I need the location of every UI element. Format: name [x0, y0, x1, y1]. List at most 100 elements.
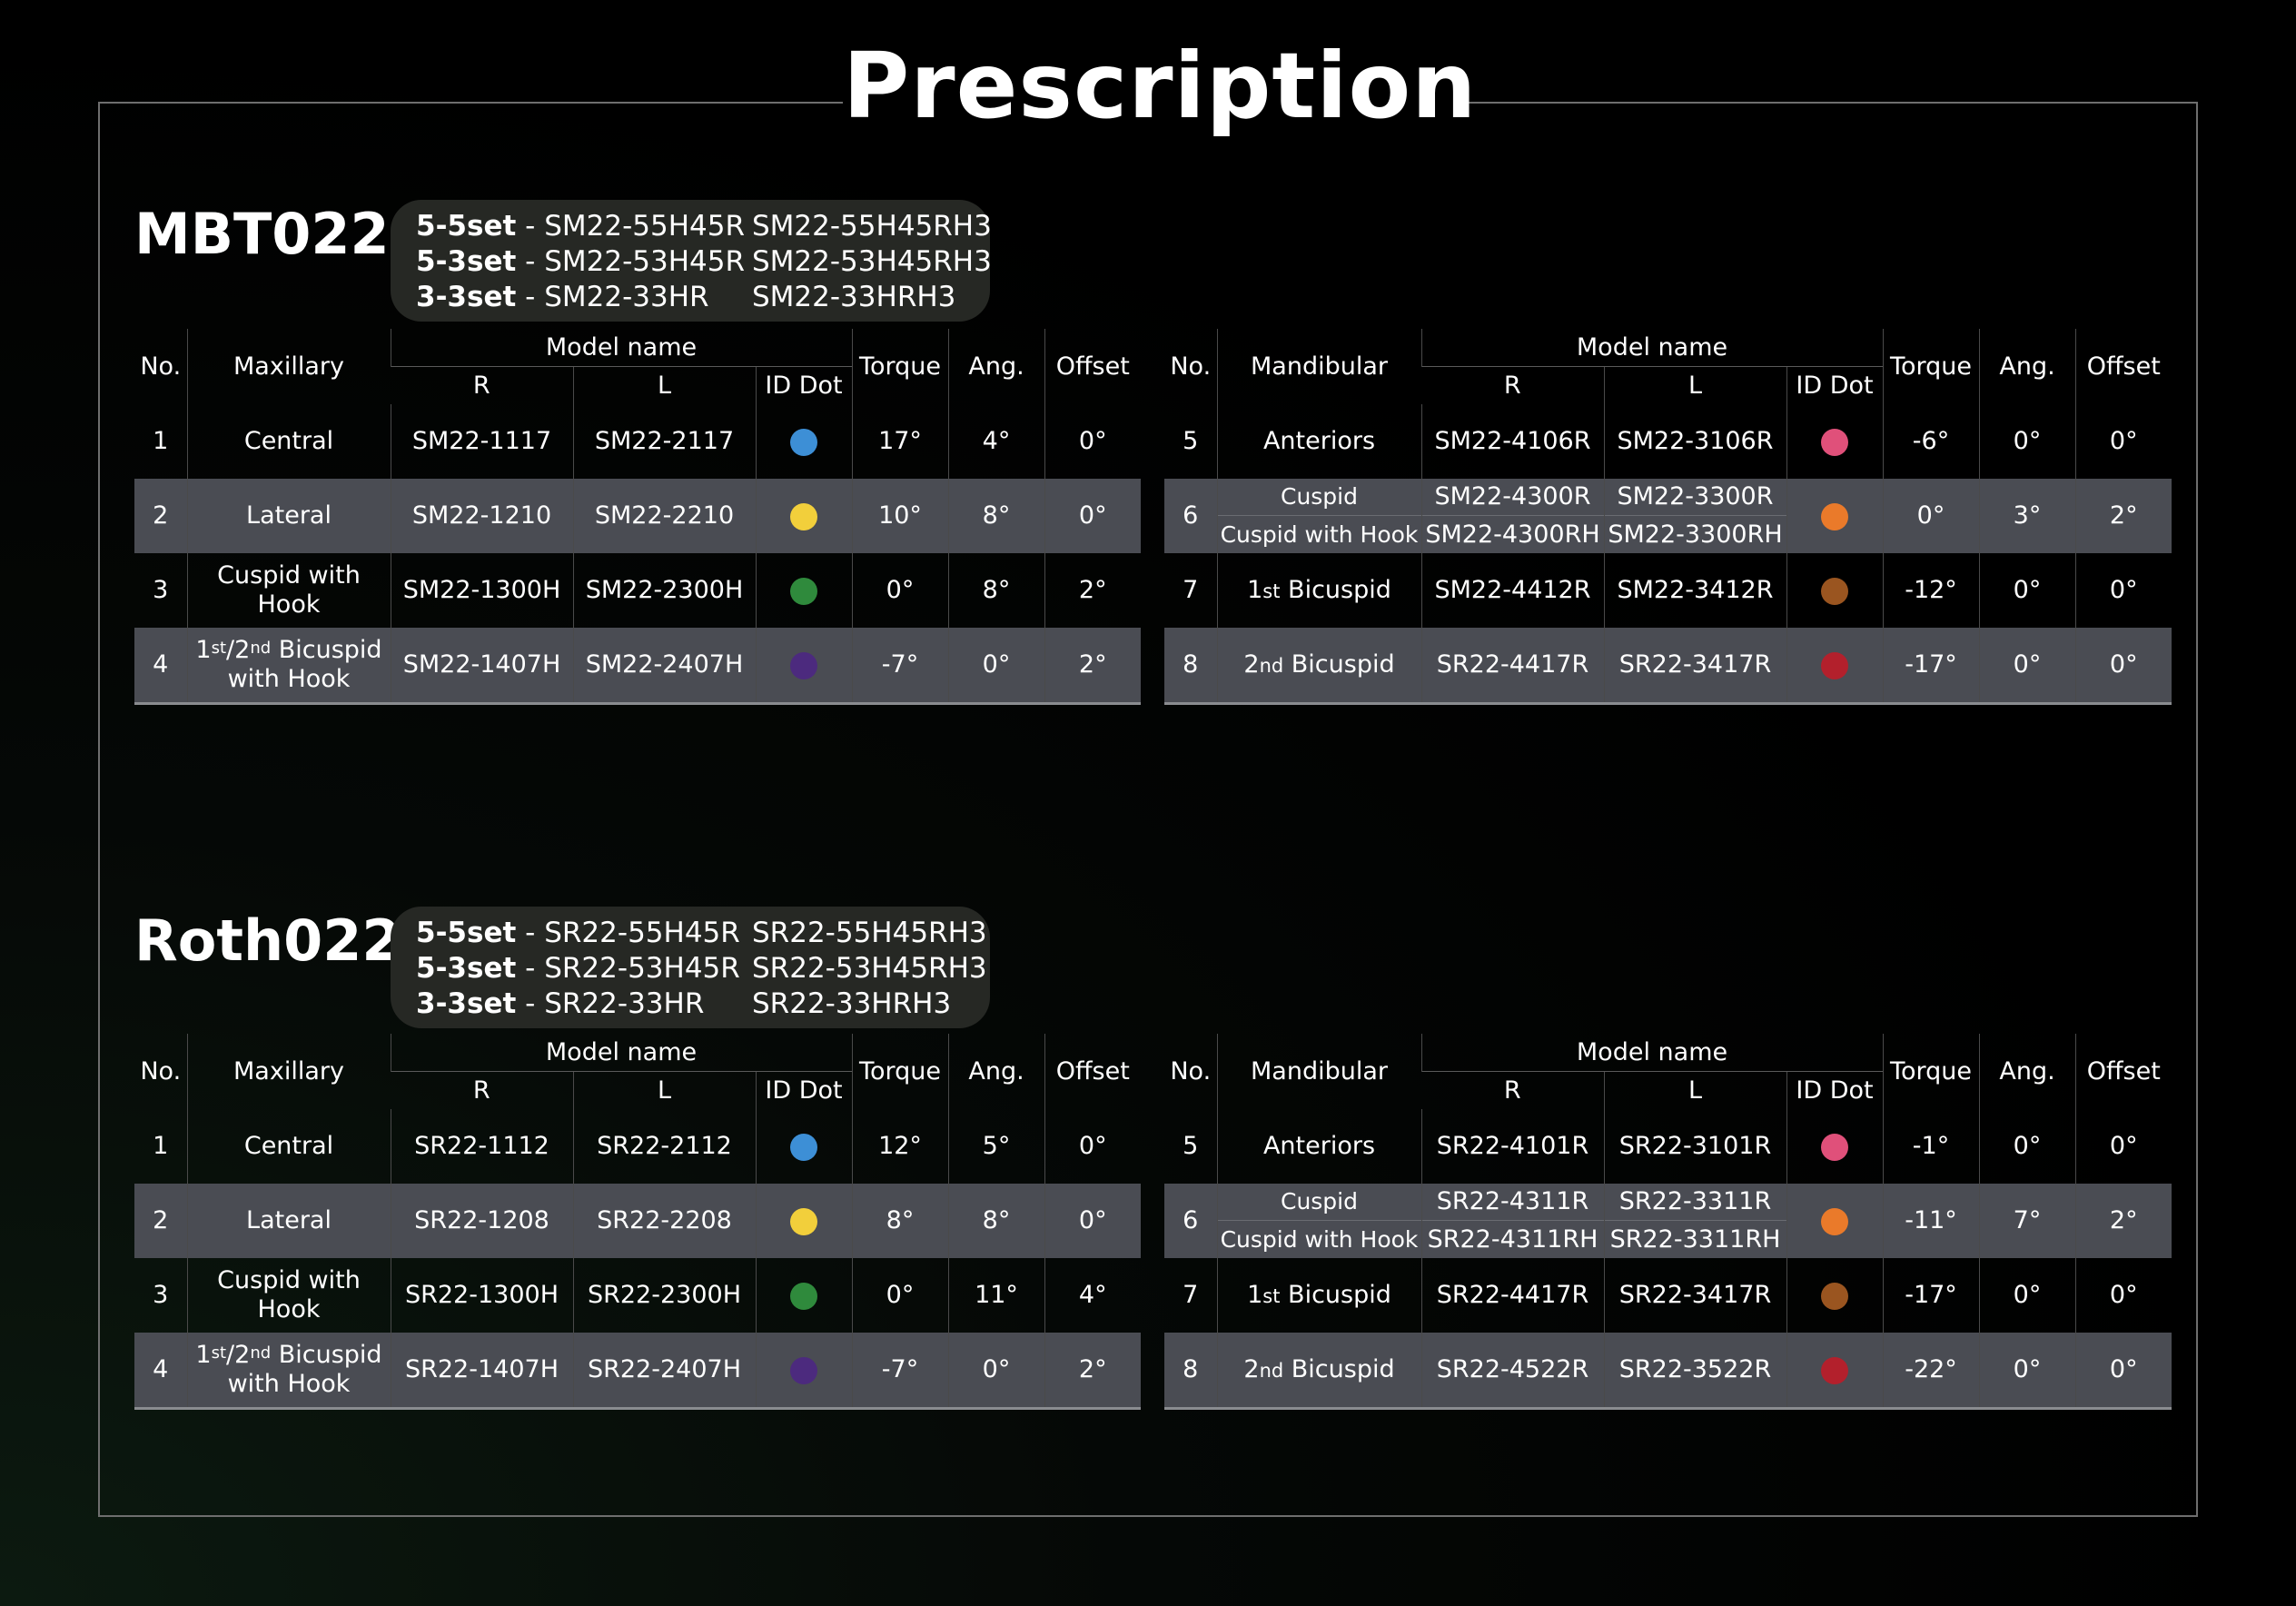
- offset-value: 4°: [1044, 1258, 1142, 1333]
- offset-value: 0°: [1044, 1184, 1142, 1258]
- header-id-dot: ID Dot: [755, 366, 853, 404]
- id-dot-icon: [1821, 651, 1848, 679]
- model-r: SM22-4300R SM22-4300RH: [1420, 479, 1604, 553]
- row-no: 4: [134, 1333, 187, 1410]
- model-r: SR22-4417R: [1420, 628, 1604, 705]
- tooth-ordinal-1: 1: [195, 636, 212, 664]
- set-code-1: SM22-33HR: [544, 281, 709, 313]
- set-code-1: SM22-53H45R: [544, 245, 746, 278]
- tooth-sup-1: st: [211, 639, 227, 658]
- set-code-2: SR22-33HRH3: [752, 987, 952, 1020]
- header-r: R: [1421, 1071, 1604, 1109]
- ang-value: 8°: [947, 1184, 1045, 1258]
- header-ang: Ang.: [947, 1034, 1045, 1109]
- id-dot-cell: [755, 1333, 853, 1410]
- offset-value: 2°: [2074, 479, 2172, 553]
- offset-value: 0°: [2074, 1109, 2172, 1184]
- header-torque: Torque: [851, 1034, 949, 1109]
- set-sep: -: [516, 210, 545, 243]
- table-row: 6 Cuspid Cuspid with Hook SM22-4300R SM22-43…: [1164, 479, 2172, 553]
- header-no: No.: [1170, 1056, 1212, 1086]
- set-code-2: SM22-55H45RH3: [752, 210, 992, 243]
- table-row: 2 Lateral SR22-1208 SR22-2208 8° 8° 0°: [134, 1184, 1142, 1258]
- offset-value: 2°: [1044, 628, 1142, 705]
- tooth-name-b: Cuspid with Hook: [1218, 1220, 1421, 1258]
- header-tooth: Mandibular: [1216, 1034, 1421, 1109]
- ang-value: 0°: [947, 1333, 1045, 1410]
- header-tooth: Maxillary: [186, 329, 391, 404]
- model-r: SR22-4522R: [1420, 1333, 1604, 1410]
- tooth-name: Cuspid Cuspid with Hook: [1216, 479, 1421, 553]
- tooth-ordinal-suffix: nd: [1259, 1359, 1284, 1382]
- model-l-a: SM22-3300R: [1617, 482, 1774, 511]
- model-l: SR22-3101R: [1603, 1109, 1786, 1184]
- table-row: 1 Central SM22-1117 SM22-2117 17° 4° 0°: [134, 404, 1142, 479]
- model-l: SM22-3300R SM22-3300RH: [1603, 479, 1786, 553]
- model-r-a: SR22-4311R: [1436, 1187, 1589, 1215]
- ang-value: 11°: [947, 1258, 1045, 1333]
- tooth-name: 2nd Bicuspid: [1216, 1333, 1421, 1410]
- model-l: SM22-2407H: [572, 628, 756, 705]
- ang-value: 7°: [1978, 1184, 2076, 1258]
- row-no: 1: [153, 427, 169, 455]
- ang-value: 0°: [1978, 1258, 2076, 1333]
- offset-value: 2°: [1044, 1333, 1142, 1410]
- set-label: 5-5set: [416, 210, 517, 243]
- tooth-line-2: with Hook: [227, 665, 351, 693]
- tooth-name: Central: [186, 404, 391, 479]
- table-row: 3 Cuspid with Hook SM22-1300H SM22-2300H 0° 8°…: [134, 553, 1142, 628]
- tooth-name: Anteriors: [1216, 404, 1421, 479]
- header-l: L: [572, 1071, 756, 1109]
- set-code-line: 5-3set - SR22-53H45R: [416, 951, 740, 986]
- tooth-line-2: Hook: [257, 590, 321, 619]
- set-code-2: SM22-53H45RH3: [752, 245, 992, 278]
- model-l: SR22-2300H: [572, 1258, 756, 1333]
- torque-value: 10°: [851, 479, 949, 553]
- model-r: SM22-1300H: [390, 553, 573, 628]
- torque-value: 0°: [851, 1258, 949, 1333]
- model-l: SR22-3522R: [1603, 1333, 1786, 1410]
- id-dot-icon: [1821, 502, 1848, 530]
- set-code-2: SM22-33HRH3: [752, 281, 956, 313]
- ang-value: 0°: [1978, 1333, 2076, 1410]
- header-offset: Offset: [1044, 329, 1142, 404]
- torque-value: 8°: [851, 1184, 949, 1258]
- ang-value: 0°: [1978, 628, 2076, 705]
- id-dot-cell: [755, 479, 853, 553]
- row-no: 3: [153, 1281, 169, 1309]
- set-sep: -: [516, 987, 545, 1020]
- id-dot-icon: [790, 577, 817, 605]
- id-dot-cell: [1786, 1184, 1884, 1258]
- header-offset: Offset: [2074, 1034, 2172, 1109]
- id-dot-icon: [1821, 1207, 1848, 1235]
- model-r: SR22-1300H: [390, 1258, 573, 1333]
- row-no: 4: [134, 628, 187, 705]
- set-sep: -: [516, 917, 545, 949]
- id-dot-icon: [1821, 1133, 1848, 1161]
- id-dot-icon: [1821, 428, 1848, 456]
- table-row: 5 Anteriors SM22-4106R SM22-3106R -6° 0° 0°: [1164, 404, 2172, 479]
- mandibular-table: No. Mandibular Model name Torque Ang. Offset R…: [1164, 329, 2172, 705]
- torque-value: -17°: [1882, 628, 1980, 705]
- model-l: SM22-3412R: [1603, 553, 1786, 628]
- offset-value: 2°: [2074, 1184, 2172, 1258]
- model-r: SR22-4417R: [1420, 1258, 1604, 1333]
- torque-value: -7°: [851, 628, 949, 705]
- maxillary-table: No. Maxillary Model name Torque Ang. Offset R L…: [134, 329, 1142, 705]
- set-code-line: 3-3set - SR22-33HR: [416, 986, 704, 1022]
- model-r-b: SM22-4300RH: [1422, 515, 1604, 553]
- offset-value: 2°: [1044, 553, 1142, 628]
- id-dot-cell: [1786, 553, 1884, 628]
- id-dot-icon: [1821, 577, 1848, 605]
- tooth-ordinal: 1: [1247, 1280, 1263, 1309]
- header-id-dot: ID Dot: [755, 1071, 853, 1109]
- tooth-name-b: Cuspid with Hook: [1218, 515, 1421, 553]
- id-dot-cell: [755, 553, 853, 628]
- torque-value: -22°: [1882, 1333, 1980, 1410]
- table-row: 1 Central SR22-1112 SR22-2112 12° 5° 0°: [134, 1109, 1142, 1184]
- tooth-line-2: Hook: [257, 1295, 321, 1323]
- tooth-name: Cuspid Cuspid with Hook: [1216, 1184, 1421, 1258]
- model-r: SR22-1112: [390, 1109, 573, 1184]
- maxillary-table: No. Maxillary Model name Torque Ang. Offset R L…: [134, 1034, 1142, 1410]
- ang-value: 8°: [947, 479, 1045, 553]
